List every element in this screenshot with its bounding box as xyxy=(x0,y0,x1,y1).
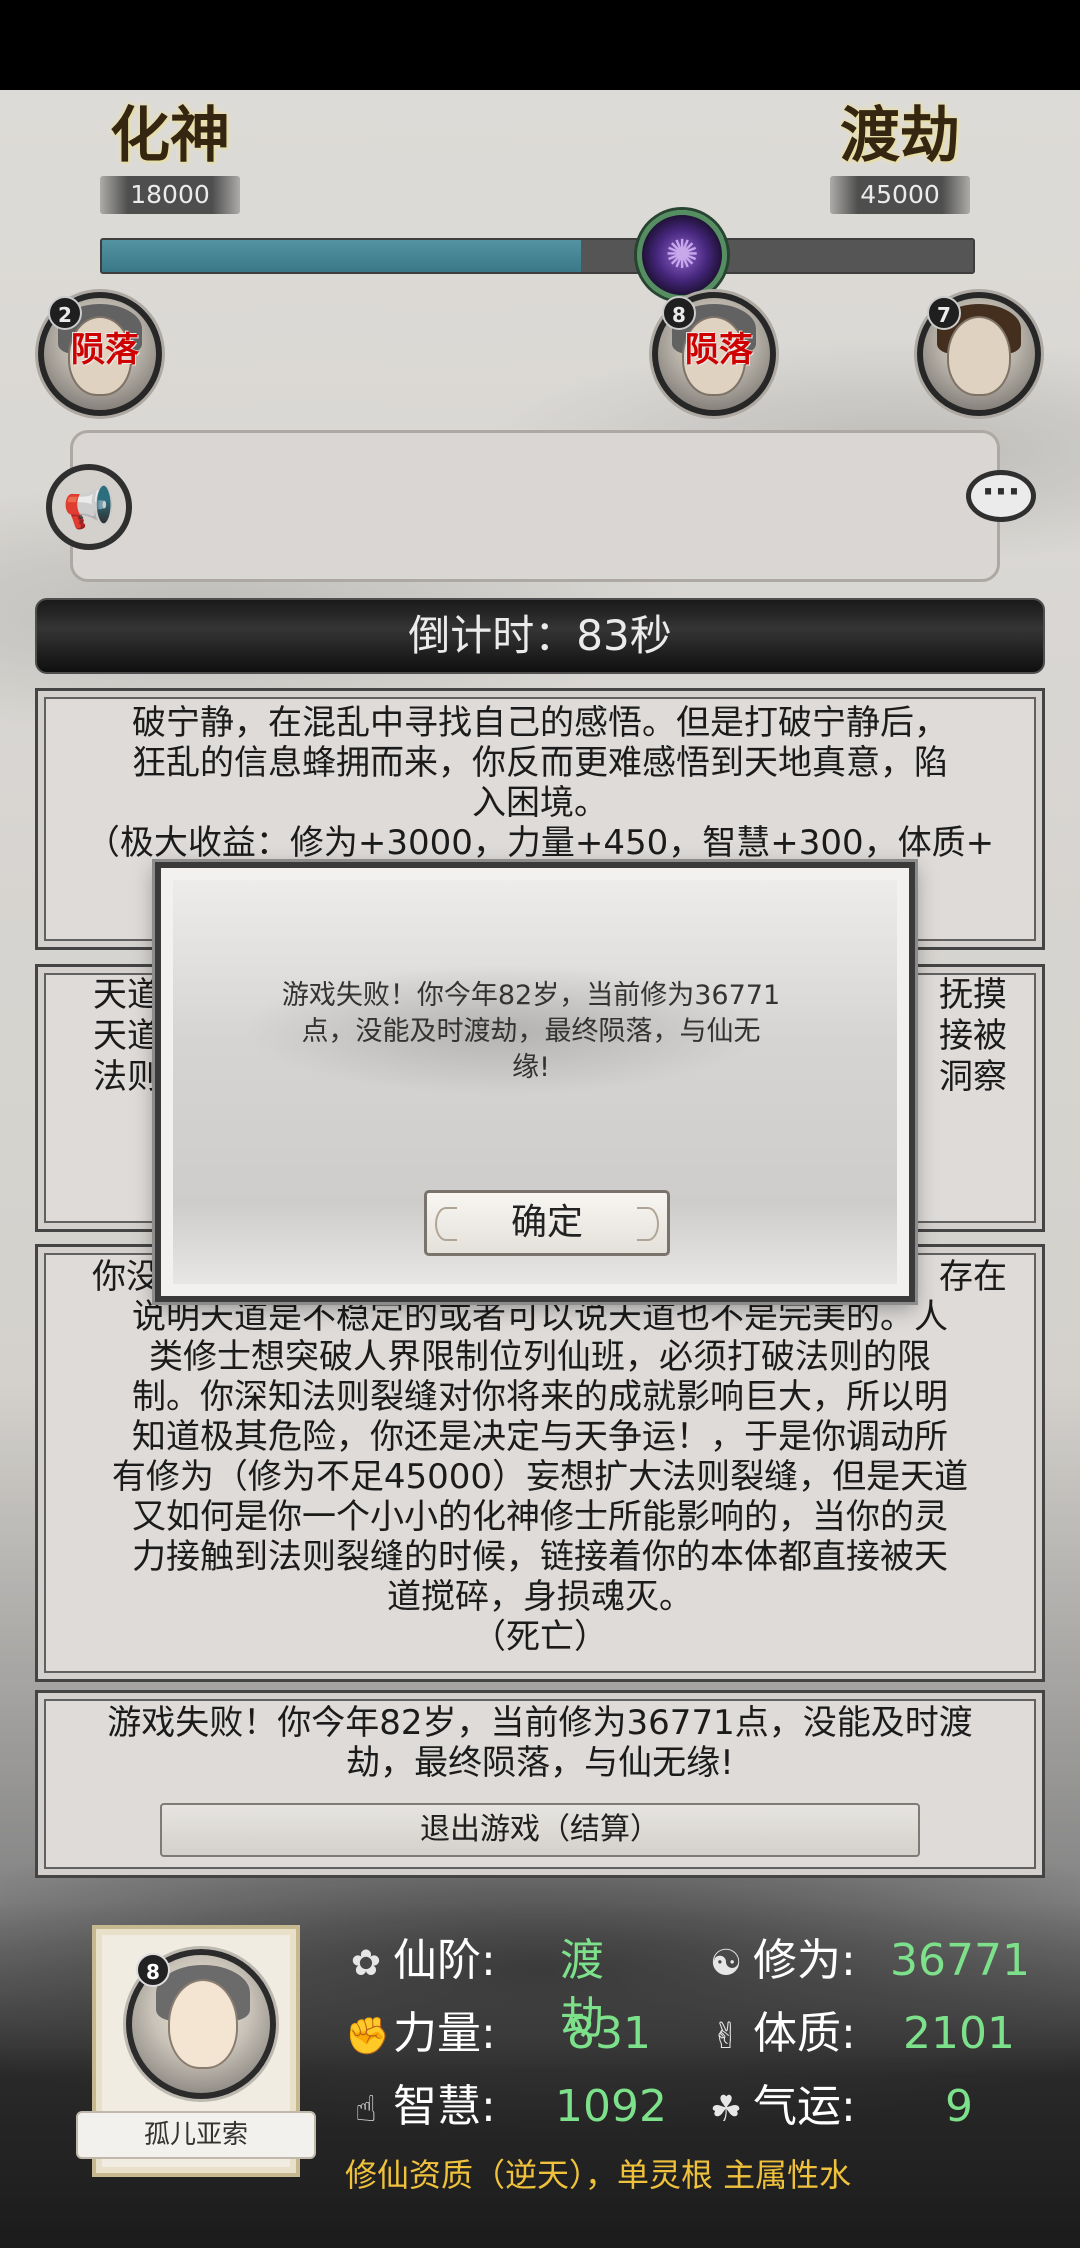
dialog-line: 游戏失败！你今年82岁，当前修为36771 xyxy=(281,980,781,1011)
player-portrait-card[interactable]: 8 孤儿亚索 xyxy=(76,1925,316,2177)
stat-value: 1092 xyxy=(555,2081,667,2132)
avatar-face xyxy=(168,1979,238,2069)
clover-icon: ☘ xyxy=(709,2089,743,2130)
player-avatar: 8 xyxy=(126,1949,276,2099)
realm-icon: ✿ xyxy=(350,1943,382,1984)
stat-label: 仙阶: xyxy=(393,1935,496,1986)
stat-value: 9 xyxy=(945,2081,973,2132)
stat-value: 831 xyxy=(567,2008,651,2059)
hand-sign-icon: ☝ xyxy=(355,2089,377,2130)
stat-label: 气运: xyxy=(753,2081,856,2132)
player-rank-badge: 8 xyxy=(136,1953,170,1987)
swirl-icon: ☯ xyxy=(709,1943,743,1984)
dialog-line: 缘! xyxy=(512,1052,550,1083)
dialog-line: 点，没能及时渡劫，最终陨落，与仙无 xyxy=(301,1016,761,1047)
stat-label: 体质: xyxy=(753,2008,856,2059)
stat-value: 36771 xyxy=(890,1935,1030,1986)
stat-constitution: ✌ 体质: 2101 xyxy=(705,2005,1015,2063)
confirm-button[interactable]: 确定 xyxy=(424,1190,670,1256)
stat-realm: ✿ 仙阶: 渡劫 xyxy=(345,1932,604,2044)
stat-strength: ✊力量: 831 xyxy=(345,2005,651,2063)
stat-label: 力量: xyxy=(393,2008,496,2059)
stat-luck: ☘ 气运: 9 xyxy=(705,2078,973,2136)
stat-cultivation: ☯ 修为: 36771 xyxy=(705,1932,1030,1990)
stat-label: 修为: xyxy=(753,1935,856,1986)
talent-description: 修仙资质（逆天），单灵根 主属性水 xyxy=(345,2156,852,2194)
stat-wisdom: ☝ 智慧: 1092 xyxy=(345,2078,667,2136)
player-name: 孤儿亚索 xyxy=(76,2111,316,2159)
stat-label: 智慧: xyxy=(393,2081,496,2132)
body-icon: ✌ xyxy=(710,2016,742,2057)
stat-value: 2101 xyxy=(903,2008,1015,2059)
fist-icon: ✊ xyxy=(345,2016,390,2057)
dialog-message: 游戏失败！你今年82岁，当前修为36771 点，没能及时渡劫，最终陨落，与仙无 … xyxy=(251,978,811,1086)
game-over-dialog: 游戏失败！你今年82岁，当前修为36771 点，没能及时渡劫，最终陨落，与仙无 … xyxy=(155,862,915,1302)
